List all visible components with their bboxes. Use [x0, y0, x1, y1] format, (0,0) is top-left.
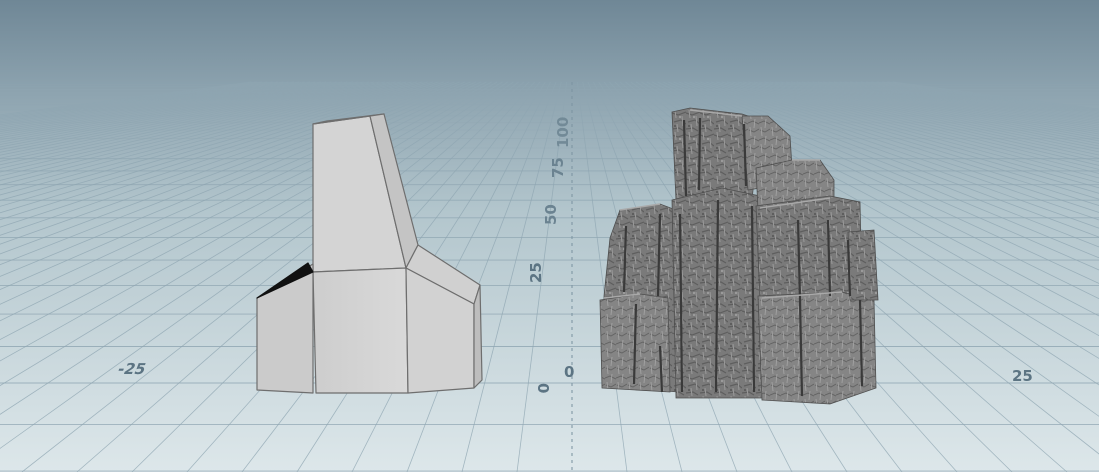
z-axis-label-100: 100	[554, 117, 572, 148]
viewport-scene[interactable]: -25 0 25 0 25 50 75 100	[0, 0, 1099, 472]
x-axis-label-origin: 0	[564, 363, 574, 381]
z-axis-label-25: 25	[527, 262, 545, 283]
x-axis-label-positive: 25	[1012, 367, 1033, 385]
z-axis-label-origin: 0	[534, 383, 552, 393]
rock-right-column	[755, 195, 863, 301]
blockout-base-front	[312, 267, 409, 394]
z-axis-label-75: 75	[549, 157, 567, 178]
viewport-background	[0, 0, 1099, 472]
3d-viewport[interactable]: -25 0 25 0 25 50 75 100	[0, 0, 1099, 472]
z-axis-label-50: 50	[542, 204, 560, 225]
rock-far-right-ledge	[847, 229, 879, 301]
blockout-base-right-edge	[473, 284, 483, 389]
rock-right-lower	[757, 291, 877, 405]
